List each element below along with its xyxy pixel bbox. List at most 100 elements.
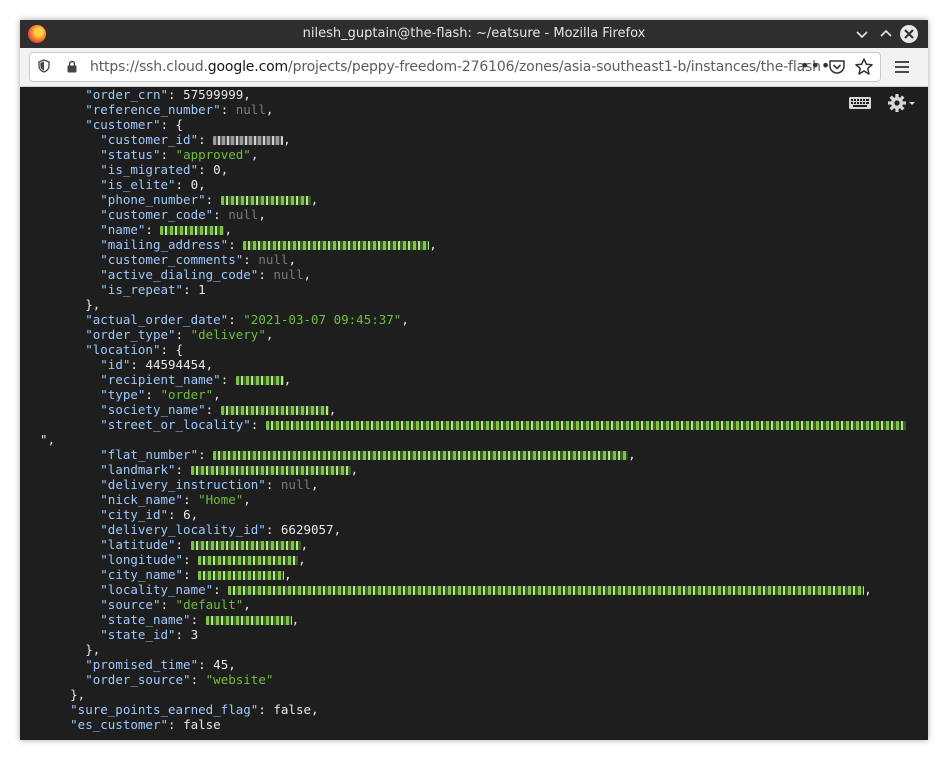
json-value: 0 [190, 177, 199, 192]
json-value: null [235, 102, 266, 117]
hamburger-menu-icon[interactable] [892, 57, 912, 77]
json-key: "is_migrated" [100, 162, 199, 177]
json-value: 1 [198, 282, 206, 297]
json-value: 57599999 [183, 87, 244, 102]
json-key: "reference_number" [85, 102, 221, 117]
json-key: "delivery_locality_id" [100, 522, 266, 537]
json-value: "2021-03-07 09:45:37" [243, 312, 402, 327]
json-key: "order_source" [85, 672, 191, 687]
json-value: 6629057 [280, 522, 334, 537]
json-key: "delivery_instruction" [100, 477, 266, 492]
json-key: "customer_id" [100, 132, 199, 147]
shield-icon[interactable] [38, 59, 50, 73]
terminal-output[interactable]: "order_crn": 57599999, "reference_number… [20, 87, 928, 740]
redacted-value [190, 541, 301, 550]
json-value: null [273, 267, 304, 282]
close-icon [904, 29, 914, 39]
keyboard-icon[interactable] [848, 95, 872, 111]
redacted-value [213, 136, 284, 145]
lock-icon[interactable] [66, 60, 78, 73]
json-key: "landmark" [100, 462, 176, 477]
json-value: false [273, 702, 312, 717]
redacted-value [243, 241, 430, 250]
chevron-down-icon [856, 31, 868, 39]
json-key: "is_elite" [100, 177, 176, 192]
gear-icon[interactable] [886, 92, 916, 114]
json-key: "locality_name" [100, 582, 214, 597]
json-key: "city_name" [100, 567, 184, 582]
json-key: "street_or_locality" [100, 417, 251, 432]
maximize-button[interactable] [876, 24, 896, 44]
json-value: "Home" [198, 492, 244, 507]
json-key: "sure_points_earned_flag" [70, 702, 259, 717]
json-key: "latitude" [100, 537, 176, 552]
json-key: "flat_number" [100, 447, 199, 462]
json-key: "recipient_name" [100, 372, 221, 387]
navigation-toolbar: https://ssh.cloud.google.com/projects/pe… [20, 48, 928, 87]
json-key: "status" [100, 147, 161, 162]
url-text[interactable]: https://ssh.cloud.google.com/projects/pe… [90, 59, 821, 75]
json-value: "website" [205, 672, 274, 687]
json-key: "es_customer" [70, 717, 168, 732]
json-value: "order" [160, 387, 214, 402]
json-key: "type" [100, 387, 146, 402]
json-key: "customer_code" [100, 207, 214, 222]
json-key: "phone_number" [100, 192, 206, 207]
json-value: null [258, 252, 289, 267]
pocket-icon[interactable] [828, 58, 846, 76]
json-key: "society_name" [100, 402, 206, 417]
redacted-value [205, 616, 292, 625]
redacted-value [213, 451, 629, 460]
redacted-value [160, 226, 225, 235]
redacted-value [190, 466, 351, 475]
json-value: 3 [190, 627, 199, 642]
json-key: "active_dialing_code" [100, 267, 259, 282]
json-value: false [183, 717, 221, 732]
close-button[interactable] [900, 25, 918, 43]
json-value: 44594454 [145, 357, 206, 372]
url-prefix: https://ssh.cloud. [90, 59, 208, 75]
json-key: "state_id" [100, 627, 176, 642]
redacted-value [228, 586, 865, 595]
json-key: "order_crn" [85, 87, 169, 102]
json-key: "customer_comments" [100, 252, 244, 267]
browser-window: nilesh_guptain@the-flash: ~/eatsure - Mo… [20, 20, 928, 740]
json-value: 0 [213, 162, 221, 177]
redacted-value [220, 406, 329, 415]
title-bar: nilesh_guptain@the-flash: ~/eatsure - Mo… [20, 20, 928, 48]
json-key: "actual_order_date" [85, 312, 229, 327]
json-key: "city_id" [100, 507, 168, 522]
json-key: "promised_time" [85, 657, 199, 672]
minimize-button[interactable] [852, 24, 872, 44]
window-title: nilesh_guptain@the-flash: ~/eatsure - Mo… [302, 26, 646, 41]
json-key: "longitude" [100, 552, 184, 567]
redacted-value [235, 376, 284, 385]
url-path: /projects/peppy-freedom-276106/zones/asi… [288, 59, 821, 75]
chevron-up-icon [880, 29, 892, 37]
star-icon[interactable] [854, 57, 874, 77]
json-value: null [280, 477, 312, 492]
redacted-value [198, 556, 299, 565]
json-value: null [228, 207, 259, 222]
json-key: "state_name" [100, 612, 191, 627]
url-bar[interactable]: https://ssh.cloud.google.com/projects/pe… [29, 52, 881, 82]
json-key: "mailing_address" [100, 237, 229, 252]
json-output: "order_crn": 57599999, "reference_number… [25, 87, 906, 732]
json-key: "is_repeat" [100, 282, 184, 297]
json-value: 45 [213, 657, 229, 672]
json-key: "source" [100, 597, 161, 612]
json-key: "order_type" [85, 327, 176, 342]
json-value: "default" [175, 597, 244, 612]
json-value: 6 [183, 507, 191, 522]
json-key: "customer" [85, 117, 161, 132]
redacted-value [198, 571, 285, 580]
json-value: "approved" [175, 147, 251, 162]
url-domain: google.com [207, 59, 289, 75]
json-key: "nick_name" [100, 492, 184, 507]
redacted-value [265, 421, 906, 430]
page-actions-button[interactable]: ••• [800, 56, 831, 75]
redacted-value [220, 196, 311, 205]
json-key: "name" [100, 222, 146, 237]
json-value: "delivery" [190, 327, 266, 342]
json-key: "location" [85, 342, 161, 357]
